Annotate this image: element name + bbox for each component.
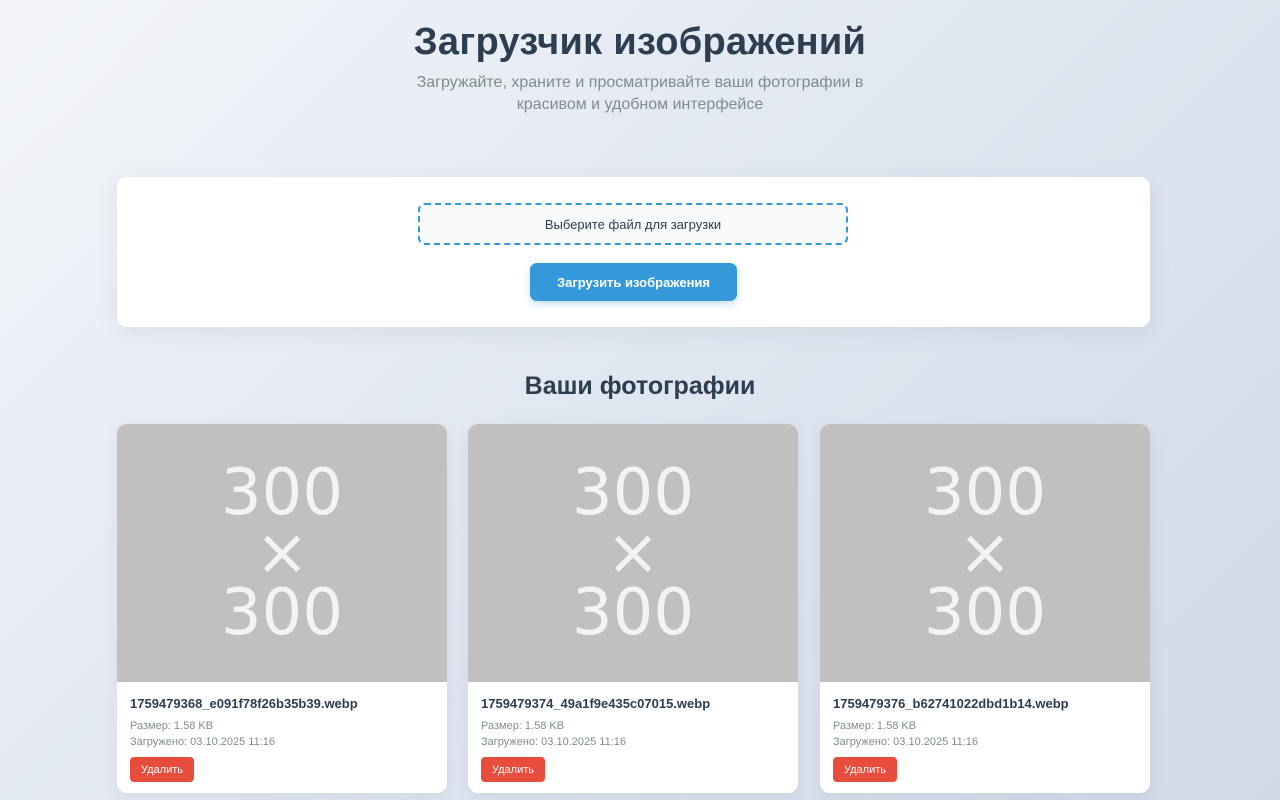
photo-thumbnail[interactable]: 300 × 300 [468, 424, 798, 682]
page-title: Загрузчик изображений [413, 21, 867, 63]
photo-thumbnail[interactable]: 300 × 300 [117, 424, 447, 682]
upload-panel: Выберите файл для загрузки Загрузить изо… [117, 177, 1150, 327]
photo-filename: 1759479374_49a1f9e435c07015.webp [481, 696, 711, 711]
photo-thumbnail[interactable]: 300 × 300 [820, 424, 1150, 682]
delete-button[interactable]: Удалить [833, 757, 897, 782]
photo-info: 1759479376_b62741022dbd1b14.webp Размер:… [820, 682, 1150, 782]
thumbnail-placeholder-text: 300 × 300 [923, 456, 1047, 650]
photo-upload-date: Загружено: 03.10.2025 11:16 [481, 736, 626, 748]
delete-button[interactable]: Удалить [130, 757, 194, 782]
photo-card: 300 × 300 1759479374_49a1f9e435c07015.we… [468, 424, 798, 793]
page-header: Загрузчик изображений Загружайте, хранит… [0, 0, 1280, 116]
thumbnail-placeholder-text: 300 × 300 [220, 456, 344, 650]
file-select-input[interactable]: Выберите файл для загрузки [418, 203, 848, 245]
photo-filename: 1759479376_b62741022dbd1b14.webp [833, 696, 1069, 711]
photo-size: Размер: 1.58 KB [481, 720, 565, 732]
file-select-label: Выберите файл для загрузки [544, 216, 722, 232]
photo-upload-date: Загружено: 03.10.2025 11:16 [130, 736, 275, 748]
gallery-title: Ваши фотографии [524, 372, 756, 400]
photo-card: 300 × 300 1759479376_b62741022dbd1b14.we… [820, 424, 1150, 793]
photo-info: 1759479374_49a1f9e435c07015.webp Размер:… [468, 682, 798, 782]
photo-card: 300 × 300 1759479368_e091f78f26b35b39.we… [117, 424, 447, 793]
photo-size: Размер: 1.58 KB [130, 720, 214, 732]
photo-upload-date: Загружено: 03.10.2025 11:16 [833, 736, 978, 748]
delete-button[interactable]: Удалить [481, 757, 545, 782]
photo-size: Размер: 1.58 KB [833, 720, 917, 732]
photo-filename: 1759479368_e091f78f26b35b39.webp [130, 696, 358, 711]
thumbnail-placeholder-text: 300 × 300 [571, 456, 695, 650]
upload-images-button[interactable]: Загрузить изображения [530, 263, 737, 301]
page-subtitle: Загружайте, храните и просматривайте ваш… [416, 74, 864, 113]
photo-info: 1759479368_e091f78f26b35b39.webp Размер:… [117, 682, 447, 782]
